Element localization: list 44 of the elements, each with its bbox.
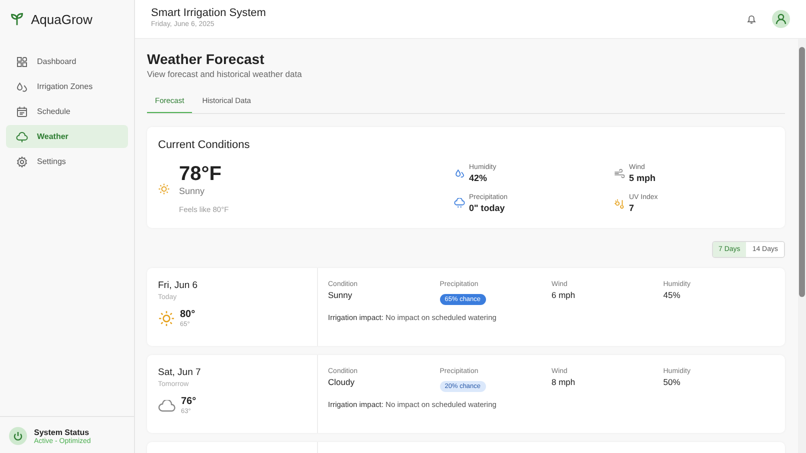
brand-name: AquaGrow [31, 12, 92, 26]
forecast-date: Fri, Jun 6 [158, 280, 199, 291]
sprout-icon [10, 12, 24, 26]
sun-icon [158, 310, 175, 327]
field-value: 6 mph [552, 290, 576, 300]
sidebar-item[interactable]: Settings [6, 150, 128, 173]
cloud-icon [16, 130, 28, 142]
field-value: Sunny [328, 290, 354, 300]
rain-cloud-icon [454, 198, 465, 209]
field-value: 45% [663, 290, 682, 300]
page-subtitle: View forecast and historical weather data [147, 69, 303, 79]
power-icon [9, 427, 27, 445]
field-value: Cloudy [328, 377, 356, 387]
sidebar-item[interactable]: Irrigation Zones [6, 75, 128, 98]
page-title: Weather Forecast [147, 51, 266, 67]
sidebar-item[interactable]: Schedule [6, 100, 128, 123]
field-value: 50% [663, 377, 682, 387]
forecast-date: Sat, Jun 7 [158, 367, 202, 378]
temperature: 78°F [179, 163, 222, 186]
status-title: System Status [34, 428, 90, 436]
sidebar-item[interactable]: Dashboard [6, 50, 128, 73]
drops-icon [16, 80, 28, 92]
scrollbar[interactable] [798, 39, 806, 453]
high-temperature: 80° [180, 309, 196, 320]
high-temperature: 76° [181, 396, 196, 407]
card-title: Current Conditions [158, 139, 251, 151]
metric-value: 5 mph [629, 173, 656, 183]
app-title: Smart Irrigation System [151, 6, 266, 18]
metric-value: 42% [469, 173, 488, 183]
condition-text: Sunny [179, 186, 206, 196]
grid-icon [16, 56, 28, 68]
field-value: 8 mph [552, 377, 576, 387]
metric-value: 0" today [469, 203, 506, 213]
cloud-icon [158, 400, 176, 412]
metric-value: 7 [629, 203, 636, 213]
sun-thermometer-icon [614, 198, 625, 209]
bell-icon[interactable] [746, 13, 757, 25]
drops-icon [454, 168, 465, 179]
settings-icon [16, 156, 28, 168]
user-avatar-icon[interactable] [772, 10, 790, 28]
sidebar-item[interactable]: Weather [6, 125, 128, 148]
wind-icon [614, 168, 625, 179]
calendar-icon [16, 106, 28, 118]
sun-icon [158, 182, 170, 194]
